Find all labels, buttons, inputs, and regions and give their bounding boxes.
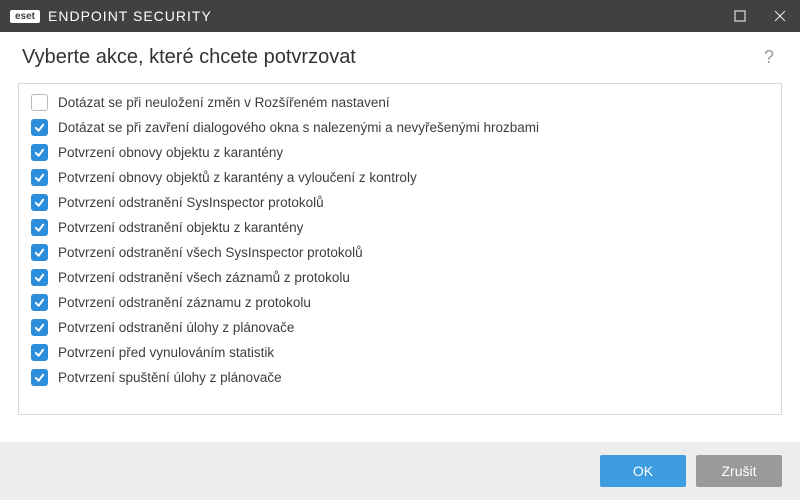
dialog-header: Vyberte akce, které chcete potvrzovat ? — [0, 32, 800, 83]
option-label: Potvrzení odstranění úlohy z plánovače — [58, 320, 294, 335]
option-row: Potvrzení odstranění všech SysInspector … — [25, 240, 775, 265]
brand-name: ENDPOINT SECURITY — [48, 8, 212, 24]
option-label: Potvrzení odstranění záznamu z protokolu — [58, 295, 311, 310]
option-checkbox[interactable] — [31, 144, 48, 161]
option-label: Potvrzení spuštění úlohy z plánovače — [58, 370, 282, 385]
option-row: Dotázat se při neuložení změn v Rozšířen… — [25, 90, 775, 115]
titlebar: eset ENDPOINT SECURITY — [0, 0, 800, 32]
option-label: Dotázat se při zavření dialogového okna … — [58, 120, 539, 135]
option-label: Potvrzení obnovy objektu z karantény — [58, 145, 283, 160]
maximize-icon — [734, 10, 746, 22]
option-row: Potvrzení odstranění SysInspector protok… — [25, 190, 775, 215]
option-row: Dotázat se při zavření dialogového okna … — [25, 115, 775, 140]
cancel-button[interactable]: Zrušit — [696, 455, 782, 487]
option-checkbox[interactable] — [31, 344, 48, 361]
option-row: Potvrzení odstranění záznamu z protokolu — [25, 290, 775, 315]
option-label: Potvrzení odstranění objektu z karantény — [58, 220, 303, 235]
option-checkbox[interactable] — [31, 269, 48, 286]
option-checkbox[interactable] — [31, 169, 48, 186]
option-checkbox[interactable] — [31, 119, 48, 136]
brand-badge: eset — [10, 10, 40, 23]
option-checkbox[interactable] — [31, 294, 48, 311]
option-label: Potvrzení odstranění SysInspector protok… — [58, 195, 324, 210]
option-label: Potvrzení před vynulováním statistik — [58, 345, 274, 360]
option-label: Dotázat se při neuložení změn v Rozšířen… — [58, 95, 390, 110]
option-checkbox[interactable] — [31, 319, 48, 336]
help-icon[interactable]: ? — [760, 47, 778, 68]
option-checkbox[interactable] — [31, 219, 48, 236]
option-row: Potvrzení spuštění úlohy z plánovače — [25, 365, 775, 390]
close-button[interactable] — [760, 0, 800, 32]
option-row: Potvrzení odstranění úlohy z plánovače — [25, 315, 775, 340]
option-row: Potvrzení obnovy objektu z karantény — [25, 140, 775, 165]
option-row: Potvrzení odstranění objektu z karantény — [25, 215, 775, 240]
page-title: Vyberte akce, které chcete potvrzovat — [22, 46, 760, 69]
option-label: Potvrzení odstranění všech záznamů z pro… — [58, 270, 350, 285]
options-list-frame: Dotázat se při neuložení změn v Rozšířen… — [18, 83, 782, 415]
option-label: Potvrzení odstranění všech SysInspector … — [58, 245, 363, 260]
options-list[interactable]: Dotázat se při neuložení změn v Rozšířen… — [19, 84, 781, 414]
option-row: Potvrzení obnovy objektů z karantény a v… — [25, 165, 775, 190]
option-label: Potvrzení obnovy objektů z karantény a v… — [58, 170, 417, 185]
option-row: Potvrzení odstranění všech záznamů z pro… — [25, 265, 775, 290]
option-row: Potvrzení před vynulováním statistik — [25, 340, 775, 365]
option-checkbox[interactable] — [31, 194, 48, 211]
ok-button[interactable]: OK — [600, 455, 686, 487]
option-checkbox[interactable] — [31, 94, 48, 111]
option-checkbox[interactable] — [31, 369, 48, 386]
option-checkbox[interactable] — [31, 244, 48, 261]
dialog-footer: OK Zrušit — [0, 442, 800, 500]
maximize-button[interactable] — [720, 0, 760, 32]
close-icon — [774, 10, 786, 22]
